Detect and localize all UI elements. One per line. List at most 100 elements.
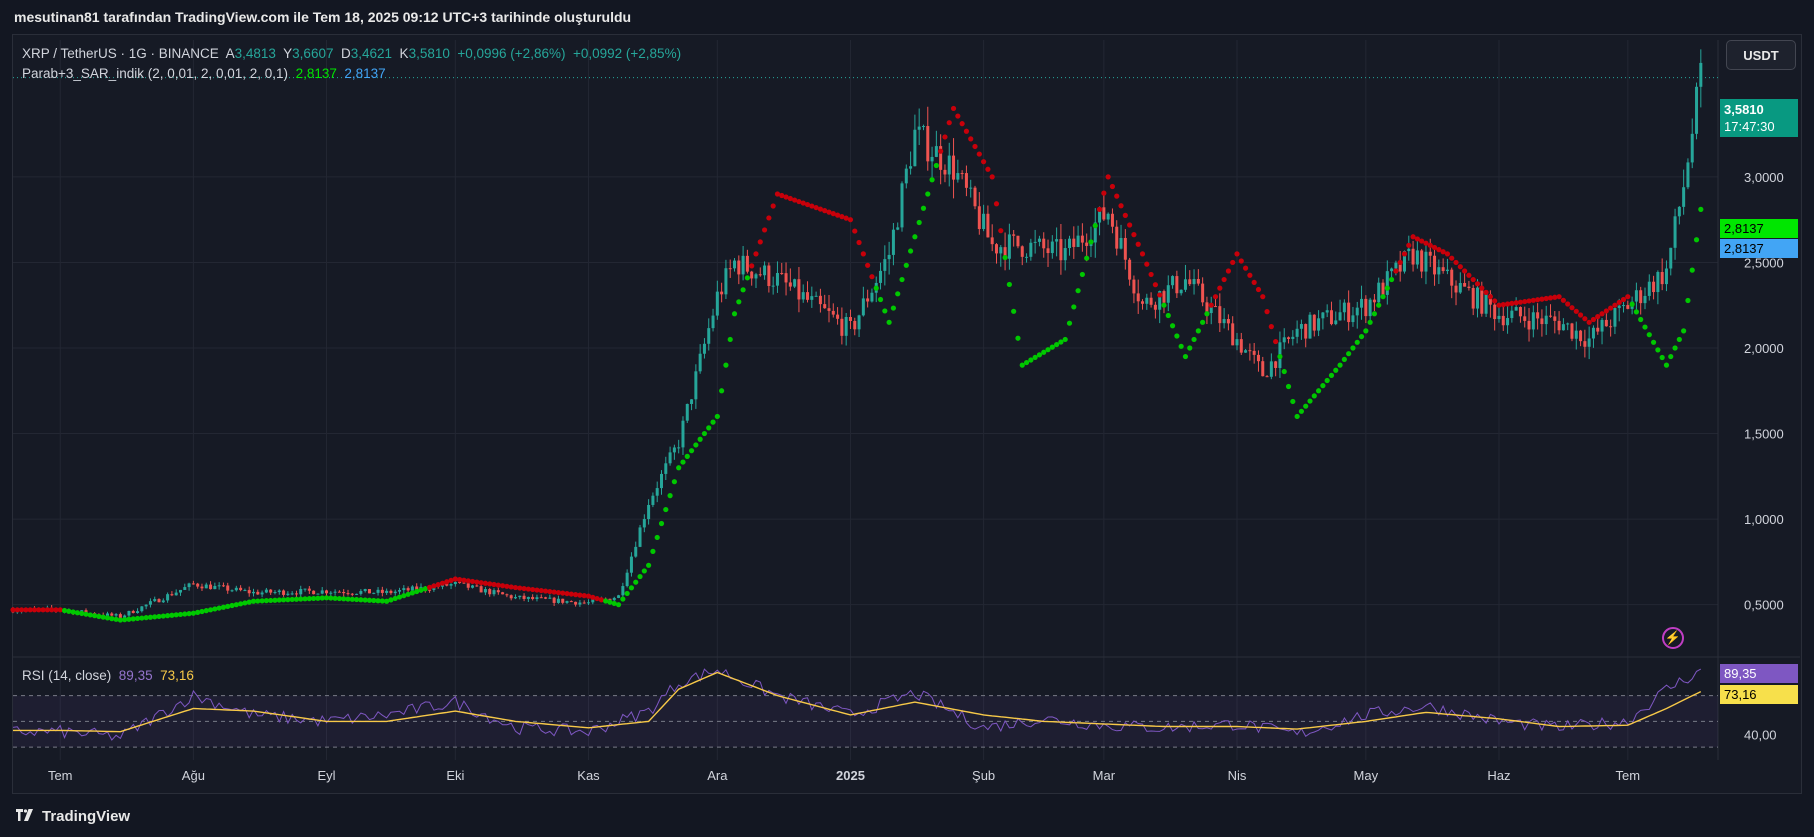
sar-dot: [1685, 297, 1691, 304]
candle-body: [148, 601, 152, 605]
sar-dot: [706, 425, 712, 431]
candle-body: [1106, 213, 1110, 220]
sar-dot: [1650, 339, 1657, 345]
candle-body: [277, 590, 281, 593]
candle-body: [1686, 162, 1690, 188]
candle-body: [269, 589, 273, 593]
candle-body: [359, 591, 363, 594]
candle-body: [866, 298, 870, 302]
candle-body: [393, 591, 397, 594]
sar-dot: [1663, 362, 1670, 368]
sar-dot: [207, 607, 214, 613]
candle-body: [1128, 259, 1132, 280]
candle-body: [535, 597, 539, 600]
candle-body: [531, 596, 535, 600]
candle-body: [1085, 242, 1089, 246]
candle-body: [720, 291, 724, 295]
sar-dot: [1315, 388, 1322, 394]
candle-body: [1196, 278, 1200, 284]
symbol-name[interactable]: XRP / TetherUS · 1G · BINANCE: [22, 46, 219, 61]
candle-body: [1493, 304, 1497, 320]
sar-dot: [856, 239, 862, 246]
currency-button[interactable]: USDT: [1726, 40, 1796, 70]
indicator-name[interactable]: Parab+3_SAR_indik (2, 0,01, 2, 0,01, 2, …: [22, 66, 288, 81]
rsi-name[interactable]: RSI (14, close): [22, 668, 111, 683]
rsi-tag: 89,35: [1720, 664, 1798, 683]
candle-body: [625, 572, 629, 587]
candle-body: [1433, 255, 1437, 275]
candle-body: [775, 272, 779, 286]
candle-body: [1536, 312, 1540, 319]
candle-body: [522, 595, 526, 599]
symbol-legend[interactable]: XRP / TetherUS · 1G · BINANCE A3,4813 Y3…: [22, 46, 681, 61]
candle-body: [818, 295, 822, 305]
sar-dot: [1273, 338, 1279, 345]
candle-body: [1179, 289, 1183, 294]
chart-svg[interactable]: 0,50001,00001,50002,00002,50003,0000Tem A…: [0, 0, 1814, 837]
candle-body: [1695, 86, 1699, 134]
candle-body: [372, 592, 376, 594]
sar-dot: [233, 602, 239, 608]
candle-body: [355, 593, 359, 595]
candle-body: [1561, 324, 1565, 331]
sar-dot: [1148, 271, 1154, 278]
time-tick-label: Şub: [972, 768, 995, 783]
indicator-legend[interactable]: Parab+3_SAR_indik (2, 0,01, 2, 0,01, 2, …: [22, 66, 386, 81]
candle-body: [200, 586, 204, 589]
sar-dot: [1109, 183, 1116, 190]
candle-body: [376, 589, 380, 593]
candle-body: [1445, 269, 1449, 272]
sar-dot: [1191, 336, 1197, 343]
sar-dot: [1401, 251, 1408, 257]
sar-dot: [1457, 264, 1463, 270]
candle-body: [1385, 271, 1389, 295]
sar-dot: [865, 262, 871, 268]
candle-body: [1261, 361, 1265, 377]
sar-dot: [1406, 242, 1412, 248]
sar-dot: [1208, 302, 1214, 308]
candle-body: [694, 371, 698, 400]
candle-body: [1042, 238, 1046, 249]
rsi-tick-label: 40,00: [1744, 727, 1777, 742]
sar-dot: [1595, 314, 1601, 320]
candle-body: [518, 595, 522, 598]
candle-body: [1308, 314, 1312, 339]
candle-body: [561, 598, 565, 603]
sar-dot: [671, 479, 677, 485]
sar-dot: [1247, 272, 1253, 278]
candle-body: [449, 584, 453, 586]
sar-dot: [959, 121, 965, 127]
sar-dot: [1582, 316, 1588, 322]
sar-dot: [676, 465, 682, 471]
sar-dot: [1320, 383, 1326, 389]
sar-dot: [749, 263, 755, 269]
sar-dot: [628, 585, 635, 591]
candle-body: [1007, 234, 1011, 259]
sar-dot: [1620, 296, 1627, 303]
sar-dot: [1118, 203, 1124, 209]
sar-dot: [203, 608, 209, 614]
candle-body: [677, 447, 681, 449]
candle-body: [1660, 272, 1664, 285]
flash-icon[interactable]: ⚡: [1662, 627, 1684, 649]
candle-body: [1188, 279, 1192, 285]
candle-body: [252, 591, 256, 594]
sar-dot: [1333, 367, 1339, 373]
candle-body: [659, 473, 664, 489]
sar-dot: [1393, 268, 1399, 274]
low-value: 3,4621: [350, 46, 393, 61]
price-tick-label: 2,0000: [1744, 341, 1784, 356]
candle-body: [1441, 267, 1445, 272]
sar-dot: [1307, 398, 1313, 404]
candle-body: [698, 353, 702, 372]
sar-dot: [1492, 298, 1498, 304]
candle-body: [917, 126, 921, 130]
sar-dot: [985, 166, 991, 172]
candle-body: [307, 588, 311, 591]
candle-body: [1334, 320, 1338, 325]
candle-body: [853, 320, 857, 330]
sar-dot: [976, 151, 982, 157]
sar-dot: [1204, 311, 1210, 317]
candle-body: [745, 255, 749, 272]
rsi-legend[interactable]: RSI (14, close) 89,35 73,16: [22, 668, 194, 683]
